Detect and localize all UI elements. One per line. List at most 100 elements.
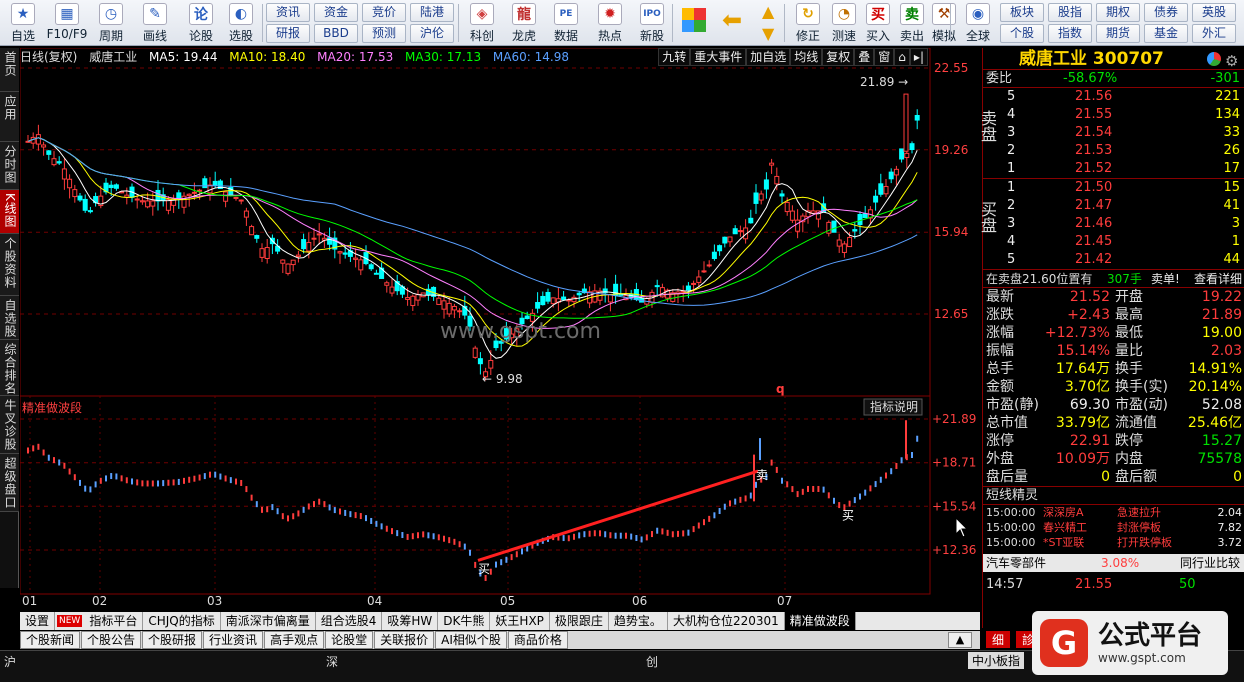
pie-icon[interactable] bbox=[1207, 52, 1221, 66]
indicator-tab[interactable]: 设置 bbox=[20, 612, 56, 630]
toolbar-pen-button[interactable]: ✎ 画线 bbox=[134, 2, 176, 44]
sector-row[interactable]: 汽车零部件 3.08% 同行业比较 bbox=[983, 554, 1244, 572]
toolbar-ipo-button[interactable]: IPO 新股 bbox=[632, 2, 672, 44]
toolbar-small-button[interactable]: 股指 bbox=[1048, 3, 1092, 22]
toolbar-hot-button[interactable]: ✹ 热点 bbox=[590, 2, 630, 44]
down-arrow-icon[interactable]: ▼ bbox=[762, 24, 782, 44]
left-tab-2[interactable]: 分时图 bbox=[0, 142, 19, 190]
bid-level-row[interactable]: 1 21.50 15 bbox=[983, 179, 1244, 197]
sprite-row[interactable]: 15:00:00 深深房A 急速拉升 2.04 bbox=[983, 505, 1244, 520]
toolbar-small-button[interactable]: 外汇 bbox=[1192, 24, 1236, 43]
toolbar-clock-button[interactable]: ◷ 周期 bbox=[90, 2, 132, 44]
toolbar-small-button[interactable]: 陆港 bbox=[410, 3, 454, 22]
bid-level-row[interactable]: 5 21.42 44 bbox=[983, 251, 1244, 269]
toolbar-small-button[interactable]: 债券 bbox=[1144, 3, 1188, 22]
chart-area[interactable]: 22.55 19.26 15.94 12.65 +21.89 +18.71 +15.54 +1… bbox=[20, 48, 980, 612]
left-tab-1[interactable]: 应用 bbox=[0, 92, 19, 142]
left-tab-7[interactable]: 牛叉诊股 bbox=[0, 396, 19, 454]
info-tab[interactable]: 个股公告 bbox=[81, 631, 142, 649]
toolbar-small-button[interactable]: 沪伦 bbox=[410, 24, 454, 43]
ask-level-row[interactable]: 1 21.52 17 bbox=[983, 160, 1244, 178]
chart-tool-button[interactable]: 均线 bbox=[790, 48, 823, 66]
sprite-row[interactable]: 15:00:00 春兴精工 封涨停板 7.82 bbox=[983, 520, 1244, 535]
indicator-tab[interactable]: DK牛熊 bbox=[438, 612, 491, 630]
toolbar-small-button[interactable]: 期权 bbox=[1096, 3, 1140, 22]
toolbar-star-button[interactable]: ★ 自选 bbox=[2, 2, 44, 44]
period-label[interactable]: 日线(复权) bbox=[20, 50, 77, 64]
toolbar-small-button[interactable]: 研报 bbox=[266, 24, 310, 43]
chart-tool-button[interactable]: 复权 bbox=[822, 48, 855, 66]
indicator-tab[interactable]: 趋势宝。 bbox=[609, 612, 668, 630]
sector-compare-link[interactable]: 同行业比较 bbox=[1180, 554, 1240, 572]
status-zxb[interactable]: 中小板指 bbox=[968, 652, 1025, 669]
back-arrow-icon[interactable]: ⬅ bbox=[722, 8, 750, 32]
toolbar-kechuang-button[interactable]: ◈ 科创 bbox=[462, 2, 502, 44]
left-tab-5[interactable]: 自选股 bbox=[0, 296, 19, 340]
bid-level-row[interactable]: 2 21.47 41 bbox=[983, 197, 1244, 215]
ask-level-row[interactable]: 2 21.53 26 bbox=[983, 142, 1244, 160]
left-tab-4[interactable]: 个股资料 bbox=[0, 234, 19, 296]
indicator-tab[interactable]: 指标平台 bbox=[84, 612, 144, 630]
info-tab[interactable]: 高手观点 bbox=[264, 631, 325, 649]
chart-tool-button[interactable]: 重大事件 bbox=[690, 48, 747, 66]
info-tab[interactable]: 论股堂 bbox=[325, 631, 374, 649]
toolbar-small-button[interactable]: 基金 bbox=[1144, 24, 1188, 43]
chart-tool-button[interactable]: ⌂ bbox=[894, 48, 910, 66]
status-cy[interactable]: 创 bbox=[646, 653, 658, 670]
info-tab[interactable]: 个股新闻 bbox=[20, 631, 81, 649]
left-tab-3[interactable]: K线图 bbox=[0, 190, 19, 234]
status-sh[interactable]: 沪 bbox=[4, 653, 16, 670]
toolbar-small-button[interactable]: 英股 bbox=[1192, 3, 1236, 22]
chart-tool-button[interactable]: ▸| bbox=[909, 48, 928, 66]
toolbar-globe-button[interactable]: ◉ 全球 bbox=[958, 2, 998, 44]
chart-tool-button[interactable]: 九转 bbox=[658, 48, 691, 66]
indicator-tab[interactable]: 组合选股4 bbox=[316, 612, 383, 630]
toolbar-small-button[interactable]: 指数 bbox=[1048, 24, 1092, 43]
toolbar-small-button[interactable]: 资金 bbox=[314, 3, 358, 22]
expand-up-icon[interactable]: ▲ bbox=[948, 632, 972, 648]
toolbar-small-button[interactable]: 预测 bbox=[362, 24, 406, 43]
toolbar-small-button[interactable]: BBD bbox=[314, 24, 358, 43]
short-line-sprite-header[interactable]: 短线精灵 bbox=[983, 487, 1244, 505]
ask-level-row[interactable]: 5 21.56 221 bbox=[983, 88, 1244, 106]
indicator-tab[interactable]: 吸筹HW bbox=[382, 612, 439, 630]
info-tab[interactable]: 商品价格 bbox=[507, 631, 568, 649]
grid-tiles-icon[interactable] bbox=[682, 8, 706, 32]
indicator-tab[interactable]: 极限跟庄 bbox=[550, 612, 609, 630]
bid-level-row[interactable]: 3 21.46 3 bbox=[983, 215, 1244, 233]
toolbar-forum-button[interactable]: 论论股 bbox=[180, 2, 222, 44]
info-tab[interactable]: 关联报价 bbox=[374, 631, 435, 649]
notice-detail-link[interactable]: 查看详细 bbox=[1194, 270, 1242, 288]
ask-level-row[interactable]: 4 21.55 134 bbox=[983, 106, 1244, 124]
chart-tool-button[interactable]: 叠 bbox=[854, 48, 875, 66]
left-tab-0[interactable]: 首页 bbox=[0, 48, 19, 92]
ask-level-row[interactable]: 3 21.54 33 bbox=[983, 124, 1244, 142]
toolbar-small-button[interactable]: 个股 bbox=[1000, 24, 1044, 43]
toolbar-chart-select-button[interactable]: ◐ 选股 bbox=[220, 2, 262, 44]
info-tab[interactable]: 个股研报 bbox=[142, 631, 203, 649]
indicator-tab[interactable]: 南派深市偏离量 bbox=[221, 612, 316, 630]
kline-chart-svg[interactable]: 22.5519.2615.9412.65+21.89+18.71+15.54+1… bbox=[20, 48, 980, 612]
toolbar-dragon-button[interactable]: 龍龙虎 bbox=[504, 2, 544, 44]
toolbar-small-button[interactable]: 板块 bbox=[1000, 3, 1044, 22]
toolbar-pe-button[interactable]: PE 数据 bbox=[546, 2, 586, 44]
status-sz[interactable]: 深 bbox=[326, 653, 338, 670]
info-tab[interactable]: AI相似个股 bbox=[435, 631, 507, 649]
info-tab[interactable]: 行业资讯 bbox=[203, 631, 264, 649]
toolbar-fix-button[interactable]: ↻ 修正 bbox=[788, 2, 828, 44]
big-order-notice[interactable]: 在卖盘21.60位置有 307手 卖单! 查看详细 bbox=[983, 270, 1244, 288]
settings-gear-icon[interactable]: ⚙ bbox=[1225, 50, 1241, 70]
sprite-row[interactable]: 15:00:00 *ST亚联 打开跌停板 3.72 bbox=[983, 535, 1244, 550]
toolbar-small-button[interactable]: 期货 bbox=[1096, 24, 1140, 43]
toolbar-small-button[interactable]: 资讯 bbox=[266, 3, 310, 22]
chart-tool-button[interactable]: 窗 bbox=[874, 48, 895, 66]
indicator-tab[interactable]: CHJQ的指标 bbox=[143, 612, 221, 630]
left-tab-6[interactable]: 综合排名 bbox=[0, 340, 19, 396]
toolbar-small-button[interactable]: 竞价 bbox=[362, 3, 406, 22]
indicator-tab[interactable]: 妖王HXP bbox=[490, 612, 550, 630]
up-arrow-icon[interactable]: ▲ bbox=[762, 2, 782, 22]
bid-level-row[interactable]: 4 21.45 1 bbox=[983, 233, 1244, 251]
left-tab-8[interactable]: 超级盘口 bbox=[0, 454, 19, 512]
chart-tool-button[interactable]: 加自选 bbox=[746, 48, 791, 66]
tab-detail[interactable]: 细 bbox=[986, 631, 1011, 648]
